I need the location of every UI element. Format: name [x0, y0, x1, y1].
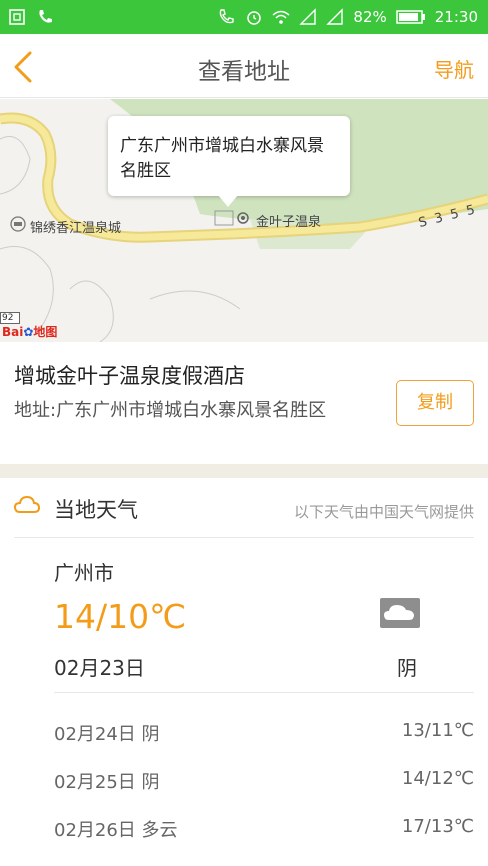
- alarm-icon: [247, 11, 262, 25]
- map-info-bubble: 广东广州市增城白水寨风景名胜区: [108, 116, 350, 196]
- header-bar: 查看地址 导航: [0, 34, 488, 98]
- navigate-button[interactable]: 导航: [434, 54, 474, 83]
- forecast-temp: 13/11℃: [401, 720, 474, 741]
- signal-icon: [299, 8, 317, 25]
- screenshot-icon: [9, 9, 25, 25]
- forecast-date: 02月24日 阴: [54, 724, 160, 745]
- forecast-row: 02月25日 阴 14/12℃: [54, 768, 474, 796]
- forecast-row: 02月24日 阴 13/11℃: [54, 720, 474, 748]
- battery-percent: 82%: [353, 8, 387, 26]
- poi-label-jinyezi: 金叶子温泉: [256, 215, 322, 230]
- forecast-temp: 17/13℃: [401, 816, 474, 837]
- current-date: 02月23日: [54, 656, 145, 680]
- status-bar: 82% 21:30: [0, 0, 488, 34]
- cloud-icon: [14, 495, 40, 513]
- divider: [14, 537, 474, 538]
- forecast-temp: 14/12℃: [401, 768, 474, 789]
- battery-icon: [396, 10, 425, 24]
- weather-title: 当地天气: [54, 498, 138, 522]
- page-title: 查看地址: [198, 59, 290, 85]
- weather-city: 广州市: [54, 561, 114, 585]
- phone-icon: [39, 10, 52, 23]
- bubble-pointer: [218, 195, 238, 207]
- poi-label-jinxiu: 锦绣香江温泉城: [30, 221, 122, 236]
- current-condition: 阴: [397, 656, 417, 680]
- call-forward-icon: [220, 9, 235, 24]
- weather-source: 以下天气由中国天气网提供: [293, 503, 474, 521]
- wifi-icon: [272, 10, 290, 24]
- forecast-row: 02月26日 多云 17/13℃: [54, 816, 474, 844]
- copy-button[interactable]: 复制: [396, 380, 474, 426]
- clock: 21:30: [434, 8, 478, 26]
- hotel-name: 增城金叶子温泉度假酒店: [14, 364, 245, 388]
- divider: [54, 692, 474, 693]
- current-temperature: 14/10℃: [54, 597, 187, 636]
- forecast-date: 02月25日 阴: [54, 772, 160, 793]
- baidu-map-logo: Bai✿地图: [2, 325, 58, 339]
- hotel-address: 地址:广东广州市增城白水寨风景名胜区: [14, 400, 327, 421]
- section-divider: [0, 464, 488, 478]
- signal-icon-2: [326, 8, 344, 25]
- overcast-icon: [380, 598, 420, 628]
- forecast-date: 02月26日 多云: [54, 820, 178, 841]
